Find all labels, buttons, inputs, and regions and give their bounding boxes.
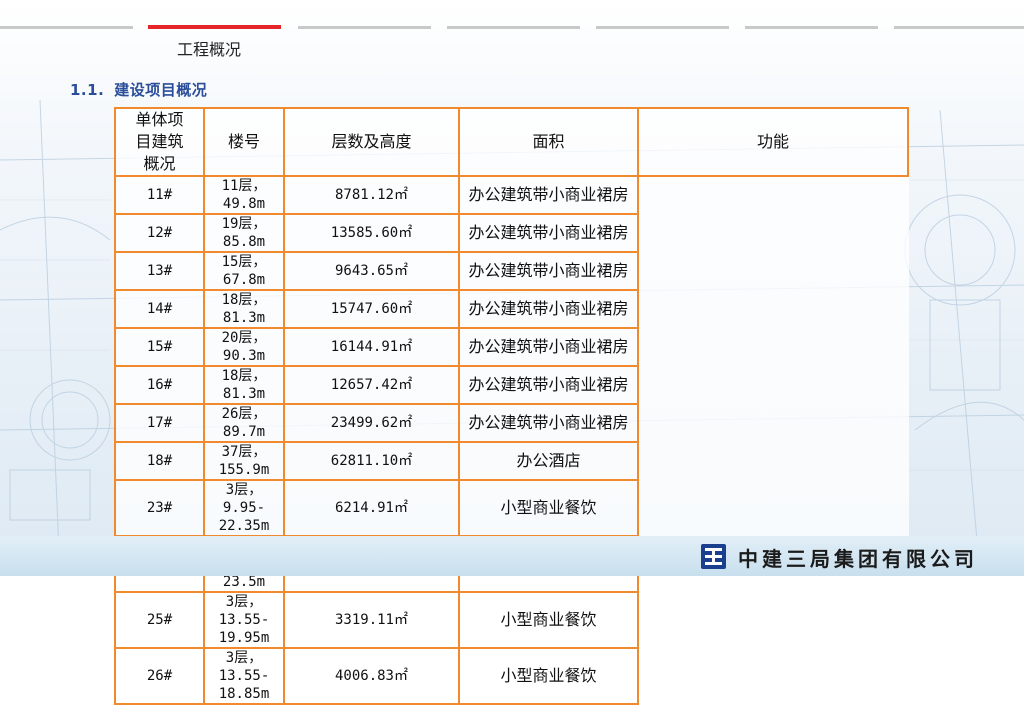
table-row: 17# 26层，89.7m 23499.62㎡ 办公建筑带小商业裙房 [114, 403, 908, 443]
progress-segment [894, 26, 1024, 29]
cell-function: 办公建筑带小商业裙房 [458, 403, 639, 443]
cell-floors: 18层，81.3m [203, 365, 285, 405]
progress-segment [596, 26, 729, 29]
cell-area: 4006.83㎡ [283, 647, 460, 705]
cell-building: 14# [114, 289, 205, 329]
cell-floors: 3层，13.55- 19.95m [203, 591, 285, 649]
cell-building: 12# [114, 213, 205, 253]
section-heading: 1.1. 建设项目概况 [70, 79, 207, 100]
progress-segment [745, 26, 878, 29]
cell-building: 13# [114, 251, 205, 291]
table-header-row: 单体项 目建筑 概况 楼号 层数及高度 面积 功能 [114, 107, 909, 177]
cell-area: 13585.60㎡ [283, 213, 460, 253]
cell-function: 办公建筑带小商业裙房 [458, 175, 639, 215]
top-progress-bar [0, 25, 1024, 30]
cell-floors: 26层，89.7m [203, 403, 285, 443]
column-header-area: 面积 [458, 107, 639, 177]
cell-function: 办公建筑带小商业裙房 [458, 251, 639, 291]
cell-function: 办公建筑带小商业裙房 [458, 213, 639, 253]
cell-building: 18# [114, 441, 205, 481]
cell-floors: 11层，49.8m [203, 175, 285, 215]
table-row: 12# 19层，85.8m 13585.60㎡ 办公建筑带小商业裙房 [114, 213, 908, 253]
cell-area: 8781.12㎡ [283, 175, 460, 215]
company-name: 中建三局集团有限公司 [738, 547, 978, 571]
table-row: 18# 37层，155.9m 62811.10㎡ 办公酒店 [114, 441, 908, 481]
table-row: 11# 11层，49.8m 8781.12㎡ 办公建筑带小商业裙房 [114, 175, 908, 215]
cell-building: 16# [114, 365, 205, 405]
cell-area: 12657.42㎡ [283, 365, 460, 405]
cell-area: 3319.11㎡ [283, 591, 460, 649]
column-header-function: 功能 [637, 107, 909, 177]
project-overview-table: 单体项 目建筑 概况 楼号 层数及高度 面积 功能 11# 11层，49.8m 87… [114, 107, 909, 705]
cell-area: 9643.65㎡ [283, 251, 460, 291]
cell-building: 26# [114, 647, 205, 705]
cell-area: 6214.91㎡ [283, 479, 460, 537]
table-row: 13# 15层，67.8m 9643.65㎡ 办公建筑带小商业裙房 [114, 251, 908, 291]
cell-floors: 18层，81.3m [203, 289, 285, 329]
cell-area: 16144.91㎡ [283, 327, 460, 367]
cell-building: 17# [114, 403, 205, 443]
table-row: 25# 3层，13.55- 19.95m 3319.11㎡ 小型商业餐饮 [114, 591, 908, 649]
progress-segment [298, 26, 431, 29]
progress-segment [0, 26, 133, 29]
group-label-cell: 单体项 目建筑 概况 [114, 107, 205, 177]
cell-area: 62811.10㎡ [283, 441, 460, 481]
section-number: 1.1. [70, 81, 105, 99]
cell-function: 办公建筑带小商业裙房 [458, 365, 639, 405]
cell-function: 小型商业餐饮 [458, 591, 639, 649]
cell-area: 23499.62㎡ [283, 403, 460, 443]
cell-building: 23# [114, 479, 205, 537]
cell-function: 小型商业餐饮 [458, 647, 639, 705]
cell-floors: 3层，13.55- 18.85m [203, 647, 285, 705]
progress-segment [447, 26, 580, 29]
page-title: 工程概况 [177, 40, 242, 59]
cell-floors: 19层，85.8m [203, 213, 285, 253]
cell-floors: 3层，9.95- 22.35m [203, 479, 285, 537]
section-title: 建设项目概况 [114, 81, 208, 99]
cell-function: 办公建筑带小商业裙房 [458, 327, 639, 367]
column-header-floors: 层数及高度 [283, 107, 460, 177]
cell-function: 办公酒店 [458, 441, 639, 481]
cell-floors: 15层，67.8m [203, 251, 285, 291]
table-row: 23# 3层，9.95- 22.35m 6214.91㎡ 小型商业餐饮 [114, 479, 908, 537]
cell-building: 11# [114, 175, 205, 215]
cell-floors: 37层，155.9m [203, 441, 285, 481]
column-header-building: 楼号 [203, 107, 285, 177]
cell-floors: 20层，90.3m [203, 327, 285, 367]
company-logo-icon [701, 544, 726, 569]
table-row: 15# 20层，90.3m 16144.91㎡ 办公建筑带小商业裙房 [114, 327, 908, 367]
cell-function: 办公建筑带小商业裙房 [458, 289, 639, 329]
progress-segment-active [148, 25, 281, 29]
cell-area: 15747.60㎡ [283, 289, 460, 329]
table-row: 16# 18层，81.3m 12657.42㎡ 办公建筑带小商业裙房 [114, 365, 908, 405]
cell-function: 小型商业餐饮 [458, 479, 639, 537]
table-row: 14# 18层，81.3m 15747.60㎡ 办公建筑带小商业裙房 [114, 289, 908, 329]
cell-building: 15# [114, 327, 205, 367]
table-row: 26# 3层，13.55- 18.85m 4006.83㎡ 小型商业餐饮 [114, 647, 908, 705]
cell-building: 25# [114, 591, 205, 649]
